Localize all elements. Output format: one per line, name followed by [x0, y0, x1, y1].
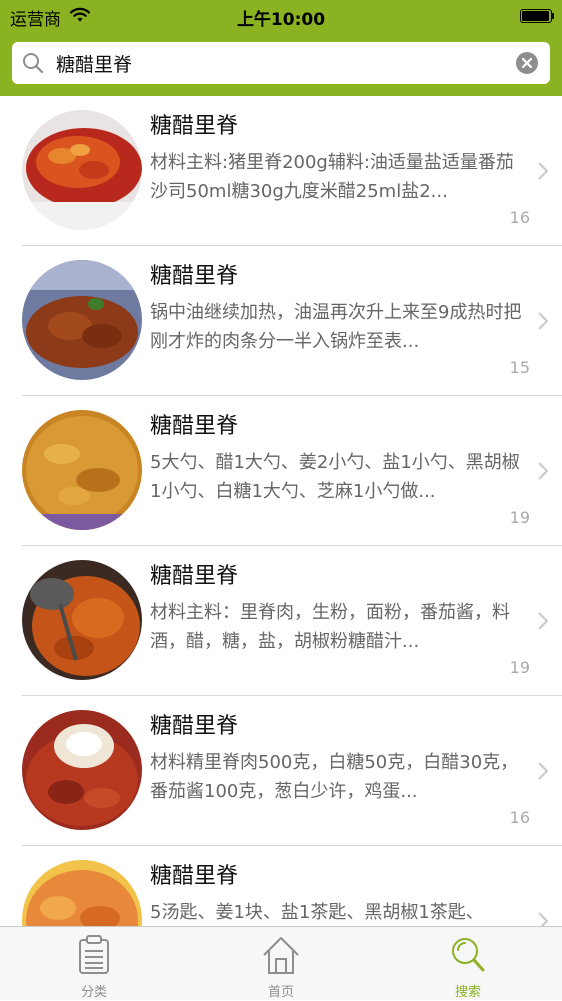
recipe-description: 锅中油继续加热，油温再次升上来至9成热时把刚才炸的肉条分一半入锅炸至表... — [150, 302, 522, 352]
list-item[interactable]: 糖醋里脊 材料主料：里脊肉，生粉，面粉，番茄酱，料酒，醋，糖，盐，胡椒粉糖醋汁.… — [0, 546, 562, 696]
recipe-title: 糖醋里脊 — [150, 864, 239, 889]
tab-search[interactable]: 搜索 — [408, 927, 528, 1001]
recipe-description: 材料精里脊肉500克，白糖50克，白醋30克，番茄酱100克，葱白少许，鸡蛋..… — [150, 752, 519, 802]
tab-label: 首页 — [267, 985, 294, 1000]
recipe-description: 材料主料：里脊肉，生粉，面粉，番茄酱，料酒，醋，糖，盐，胡椒粉糖醋汁... — [150, 602, 510, 652]
recipe-title: 糖醋里脊 — [150, 564, 239, 589]
tab-label: 分类 — [80, 985, 107, 1000]
recipe-count: 19 — [509, 508, 530, 527]
dish-thumbnail — [22, 260, 142, 380]
tab-bar: 分类 首页 搜索 — [0, 926, 562, 1000]
chevron-right-icon — [538, 462, 548, 480]
list-item[interactable]: 糖醋里脊 5汤匙、姜1块、盐1茶匙、黑胡椒1茶匙、 — [0, 846, 562, 926]
results-list: 糖醋里脊 材料主料:猪里脊200g辅料:油适量盐适量番茄沙司50ml糖30g九度… — [0, 96, 562, 926]
recipe-count: 16 — [509, 808, 530, 827]
recipe-title: 糖醋里脊 — [150, 414, 239, 439]
battery-icon — [520, 9, 554, 23]
chevron-right-icon — [538, 312, 548, 330]
recipe-count: 19 — [509, 658, 530, 677]
dish-thumbnail — [22, 410, 142, 530]
recipe-description: 5大勺、醋1大勺、姜2小勺、盐1小勺、黑胡椒1小勺、白糖1大勺、芝麻1小勺做..… — [150, 452, 520, 502]
clipboard-list-icon — [79, 935, 109, 974]
recipe-count: 16 — [509, 208, 530, 227]
list-item[interactable]: 糖醋里脊 材料精里脊肉500克，白糖50克，白醋30克，番茄酱100克，葱白少许… — [0, 696, 562, 846]
dish-thumbnail — [22, 860, 142, 926]
recipe-title: 糖醋里脊 — [150, 114, 239, 139]
dish-thumbnail — [22, 710, 142, 830]
tab-home[interactable]: 首页 — [221, 927, 341, 1001]
search-icon — [452, 938, 485, 972]
recipe-count: 15 — [509, 358, 530, 377]
list-item[interactable]: 糖醋里脊 材料主料:猪里脊200g辅料:油适量盐适量番茄沙司50ml糖30g九度… — [0, 96, 562, 246]
clear-icon[interactable] — [516, 52, 538, 74]
list-item[interactable]: 糖醋里脊 锅中油继续加热，油温再次升上来至9成热时把刚才炸的肉条分一半入锅炸至表… — [0, 246, 562, 396]
chevron-right-icon — [538, 762, 548, 780]
header: 运营商 上午10:00 — [0, 0, 562, 96]
recipe-description: 材料主料:猪里脊200g辅料:油适量盐适量番茄沙司50ml糖30g九度米醋25m… — [150, 152, 514, 202]
chevron-right-icon — [538, 612, 548, 630]
chevron-right-icon — [538, 912, 548, 926]
status-time: 上午10:00 — [236, 10, 326, 30]
status-bar: 运营商 上午10:00 — [0, 0, 562, 32]
search-input[interactable] — [56, 42, 496, 84]
search-icon — [23, 53, 44, 74]
dish-thumbnail — [22, 110, 142, 230]
recipe-title: 糖醋里脊 — [150, 264, 239, 289]
search-bar — [12, 42, 550, 84]
dish-thumbnail — [22, 560, 142, 680]
house-icon — [263, 937, 299, 974]
recipe-description: 5汤匙、姜1块、盐1茶匙、黑胡椒1茶匙、 — [150, 902, 484, 923]
tab-category[interactable]: 分类 — [34, 927, 154, 1001]
recipe-title: 糖醋里脊 — [150, 714, 239, 739]
list-item[interactable]: 糖醋里脊 5大勺、醋1大勺、姜2小勺、盐1小勺、黑胡椒1小勺、白糖1大勺、芝麻1… — [0, 396, 562, 546]
chevron-right-icon — [538, 162, 548, 180]
tab-label: 搜索 — [454, 985, 481, 1000]
